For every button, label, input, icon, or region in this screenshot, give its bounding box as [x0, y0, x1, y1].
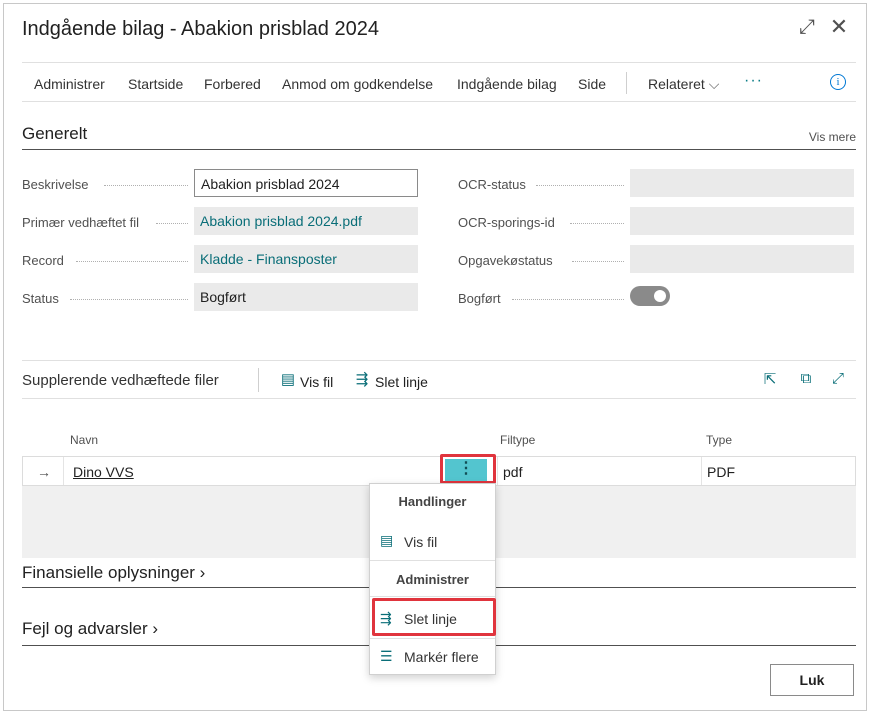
field-label-record: Record	[22, 253, 64, 268]
show-more-link[interactable]: Vis mere	[809, 130, 856, 144]
chevron-right-icon: ›	[152, 619, 159, 638]
chevron-right-icon: ›	[199, 563, 206, 582]
share-icon[interactable]: ⇱	[760, 370, 780, 388]
select-more-icon: ☰	[380, 648, 393, 664]
leader-dots	[570, 223, 624, 224]
section-financial-info-label: Finansielle oplysninger	[22, 563, 195, 582]
action-startside[interactable]: Startside	[128, 76, 183, 92]
column-header-type[interactable]: Type	[706, 433, 732, 447]
row-type: PDF	[707, 464, 735, 480]
more-actions-button[interactable]: ···	[744, 72, 763, 90]
column-header-name[interactable]: Navn	[70, 433, 98, 447]
field-label-primary-file: Primær vedhæftet fil	[22, 215, 140, 230]
section-errors-warnings-label: Fejl og advarsler	[22, 619, 148, 638]
close-button[interactable]: Luk	[770, 664, 854, 696]
cell-divider	[63, 457, 64, 485]
action-bar: Administrer Startside Forbered Anmod om …	[22, 62, 856, 102]
leader-dots	[156, 223, 188, 224]
leader-dots	[572, 261, 624, 262]
action-relateret-label: Relateret	[648, 76, 705, 92]
page-title: Indgående bilag - Abakion prisblad 2024	[22, 18, 379, 40]
primary-file-link[interactable]: Abakion prisblad 2024.pdf	[194, 207, 418, 235]
record-link[interactable]: Kladde - Finansposter	[194, 245, 418, 273]
posted-toggle	[630, 286, 670, 306]
delete-line-button[interactable]: Slet linje	[375, 374, 428, 390]
highlight-row-actions	[440, 454, 496, 484]
description-input[interactable]: Abakion prisblad 2024	[194, 169, 418, 197]
ocr-status-value	[630, 169, 854, 197]
action-separator	[626, 72, 627, 94]
subpart-toolbar-divider	[22, 398, 856, 399]
attachments-title: Supplerende vedhæftede filer	[22, 372, 219, 389]
field-label-posted: Bogført	[458, 291, 501, 306]
action-relateret[interactable]: Relateret ⌵	[648, 76, 719, 93]
menu-item-select-more[interactable]: Markér flere	[404, 649, 479, 665]
column-header-filetype[interactable]: Filtype	[500, 433, 535, 447]
view-file-icon: ▤	[280, 371, 296, 388]
cell-divider	[497, 457, 498, 485]
highlight-delete-line	[372, 598, 496, 636]
leader-dots	[104, 185, 188, 186]
menu-item-view-file[interactable]: Vis fil	[404, 534, 437, 550]
row-context-menu: Handlinger ▤ Vis fil Administrer ⇶ Slet …	[369, 483, 496, 675]
field-label-job-queue-status: Opgavekøstatus	[458, 253, 553, 268]
action-anmod-om-godkendelse[interactable]: Anmod om godkendelse	[282, 76, 433, 92]
action-side[interactable]: Side	[578, 76, 606, 92]
job-queue-status-value	[630, 245, 854, 273]
leader-dots	[76, 261, 188, 262]
action-forbered[interactable]: Forbered	[204, 76, 261, 92]
delete-line-icon: ⇶	[355, 371, 369, 388]
general-heading[interactable]: Generelt	[22, 124, 87, 144]
row-name-link[interactable]: Dino VVS	[73, 464, 134, 480]
leader-dots	[70, 299, 188, 300]
ocr-tracking-id-value	[630, 207, 854, 235]
section-errors-warnings[interactable]: Fejl og advarsler ›	[22, 619, 158, 639]
info-icon[interactable]: i	[830, 74, 846, 90]
open-in-new-icon[interactable]: ⧉	[796, 370, 816, 387]
expand-icon[interactable]: ⤢	[794, 14, 820, 40]
leader-dots	[536, 185, 624, 186]
row-filetype: pdf	[503, 464, 523, 480]
row-arrow-icon: →	[37, 464, 51, 480]
fullscreen-icon[interactable]: ⤢	[828, 370, 848, 387]
section-financial-info[interactable]: Finansielle oplysninger ›	[22, 563, 205, 583]
menu-header-actions: Handlinger	[398, 494, 467, 509]
field-label-status: Status	[22, 291, 59, 306]
menu-header-manage: Administrer	[396, 572, 469, 587]
field-label-ocr-status: OCR-status	[458, 177, 526, 192]
status-value: Bogført	[194, 283, 418, 311]
general-section-header: Generelt Vis mere	[22, 124, 856, 150]
table-row[interactable]: → Dino VVS ⋮ pdf PDF	[22, 456, 856, 486]
leader-dots	[512, 299, 624, 300]
cell-divider	[701, 457, 702, 485]
action-administrer[interactable]: Administrer	[34, 76, 105, 92]
attachments-separator	[258, 368, 259, 392]
toggle-knob	[654, 290, 666, 302]
menu-separator	[370, 638, 495, 639]
menu-separator	[370, 596, 495, 597]
menu-separator	[370, 560, 495, 561]
subpart-top-divider	[22, 360, 856, 361]
field-label-beskrivelse: Beskrivelse	[22, 177, 89, 192]
close-icon[interactable]: ✕	[826, 14, 852, 40]
action-indgaaende-bilag[interactable]: Indgående bilag	[457, 76, 557, 92]
field-label-ocr-tracking-id: OCR-sporings-id	[458, 215, 555, 230]
view-file-icon: ▤	[380, 532, 394, 548]
view-file-button[interactable]: Vis fil	[300, 374, 333, 390]
chevron-down-icon: ⌵	[708, 76, 720, 92]
